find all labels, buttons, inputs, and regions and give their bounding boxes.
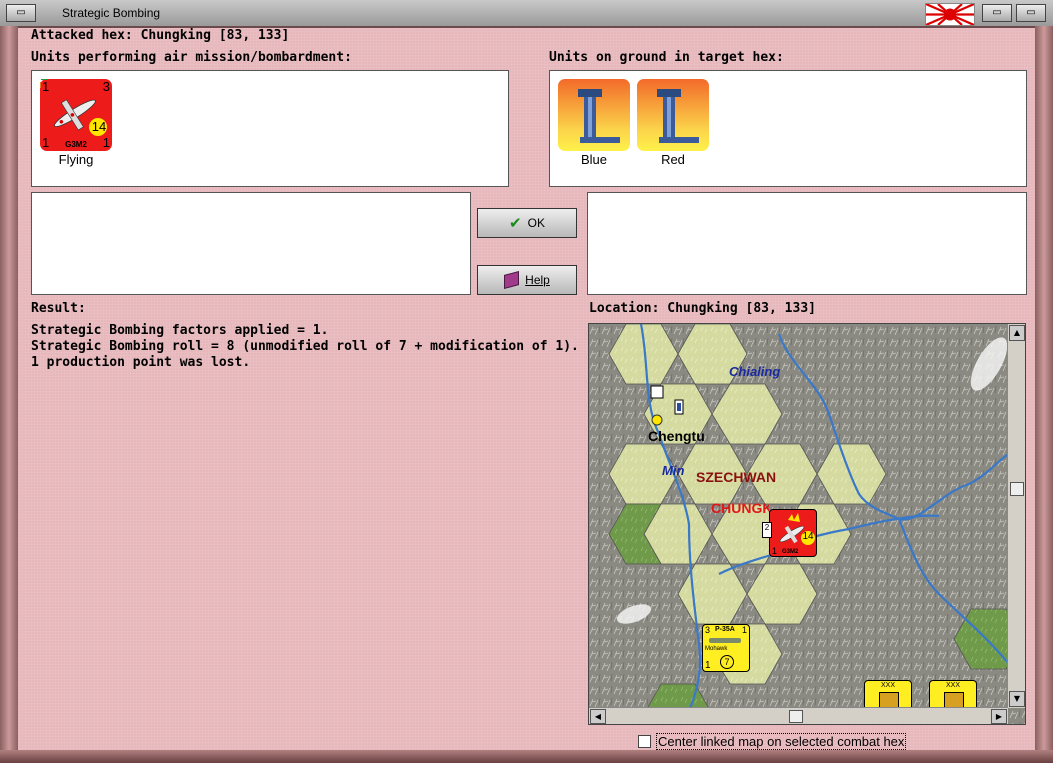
minimize-button[interactable]: ▭ [982, 4, 1012, 22]
result-label: Result: [31, 301, 86, 316]
air-units-label: Units performing air mission/bombardment… [31, 50, 352, 65]
right-border [1035, 26, 1053, 763]
air-unit-top-right: 3 [102, 79, 110, 94]
factory-blue-counter[interactable] [558, 79, 630, 151]
air-unit-name: G3M2 [65, 140, 87, 149]
scroll-left-button[interactable]: ◀ [590, 709, 606, 724]
map-bomber-name: G3M2 [782, 549, 799, 555]
map-horizontal-scrollbar[interactable]: ◀ ▶ [589, 707, 1008, 724]
map-bomber-factor: 14 [802, 531, 814, 542]
map-bomber-counter[interactable]: 2 14 1 G3M2 [762, 509, 817, 557]
scroll-up-button[interactable]: ▲ [1009, 325, 1025, 341]
map-corps-size: XXX [880, 682, 895, 689]
factory-icon [578, 89, 620, 143]
maximize-button[interactable]: ▭ [1016, 4, 1046, 22]
factory-icon [657, 89, 699, 143]
air-unit-status: Flying [58, 152, 94, 167]
air-units-list: 1 3 14 1 1 G3M2 Flying [31, 70, 509, 187]
horizontal-scroll-thumb[interactable] [789, 710, 803, 723]
air-unit-top-left: 1 [42, 79, 50, 94]
map-vertical-scrollbar[interactable]: ▲ ▼ [1007, 324, 1025, 708]
center-map-checkbox[interactable] [638, 735, 651, 748]
cavalry-symbol-icon [944, 692, 964, 708]
factory-blue-caption: Blue [580, 152, 608, 167]
location-map[interactable]: Chialing Chengtu Min SZECHWAN CHUNGKING … [588, 323, 1026, 725]
air-unit-factor: 14 [91, 119, 107, 134]
map-fighter-bottom-left: 1 [705, 660, 711, 671]
fighter-plane-icon [709, 638, 741, 643]
result-line: 1 production point was lost. [31, 355, 251, 370]
title-bar: ▭ ▭ ▭ Strategic Bombing [0, 0, 1053, 28]
bottom-border [0, 750, 1053, 763]
map-label-szechwan: SZECHWAN [696, 469, 777, 485]
center-map-checkbox-row[interactable]: Center linked map on selected combat hex [638, 733, 907, 750]
window-title: Strategic Bombing [62, 6, 161, 20]
ground-units-label: Units on ground in target hex: [549, 50, 784, 65]
ok-button[interactable]: ✔ OK [477, 208, 577, 238]
result-line: Strategic Bombing factors applied = 1. [31, 323, 329, 338]
japan-flag-icon [925, 3, 975, 26]
map-label-chengtu: Chengtu [648, 428, 705, 444]
map-label-chungking: CHUNGKING [711, 500, 769, 516]
center-map-checkbox-label: Center linked map on selected combat hex [656, 733, 907, 750]
scroll-right-button[interactable]: ▶ [991, 709, 1007, 724]
air-unit-counter[interactable]: 1 3 14 1 1 G3M2 [40, 79, 112, 151]
ok-label: OK [527, 216, 545, 230]
map-label-chialing: Chialing [729, 364, 781, 379]
map-fighter-name: P-35A [715, 626, 735, 633]
map-bomber-bottom-left: 1 [772, 546, 778, 556]
attacker-details-box [31, 192, 471, 295]
map-fighter-top-right: 1 [741, 625, 747, 635]
map-label-min: Min [662, 463, 685, 478]
scroll-down-button[interactable]: ▼ [1009, 691, 1025, 707]
left-border [0, 26, 18, 763]
factory-red-counter[interactable] [637, 79, 709, 151]
map-corps-size: XXX [945, 682, 960, 689]
help-button[interactable]: Help [477, 265, 577, 295]
attacked-hex-label: Attacked hex: Chungking [83, 133] [31, 28, 290, 43]
help-book-icon [504, 270, 520, 290]
cavalry-symbol-icon [879, 692, 899, 708]
map-chungking-label-clip: CHUNGKING [711, 500, 769, 517]
location-label: Location: Chungking [83, 133] [589, 301, 816, 316]
vertical-scroll-thumb[interactable] [1010, 482, 1024, 496]
factory-red-caption: Red [661, 152, 685, 167]
map-fighter-top-left: 3 [705, 625, 711, 635]
defender-details-box [587, 192, 1027, 295]
ground-units-list: Blue Red [549, 70, 1027, 187]
result-text: Strategic Bombing factors applied = 1. S… [31, 323, 579, 371]
result-line: Strategic Bombing roll = 8 (unmodified r… [31, 339, 579, 354]
strategic-bombing-window: ▭ ▭ ▭ Strategic Bombing Attacked hex: Ch… [0, 0, 1053, 763]
map-fighter-counter[interactable]: 3 P-35A 1 Mohawk 1 7 [702, 624, 750, 672]
check-icon: ✔ [509, 214, 522, 232]
map-fighter-type: Mohawk [705, 646, 728, 652]
map-fighter-factor: 7 [720, 655, 734, 669]
system-menu-button[interactable]: ▭ [6, 4, 36, 22]
help-label: Help [525, 273, 550, 287]
